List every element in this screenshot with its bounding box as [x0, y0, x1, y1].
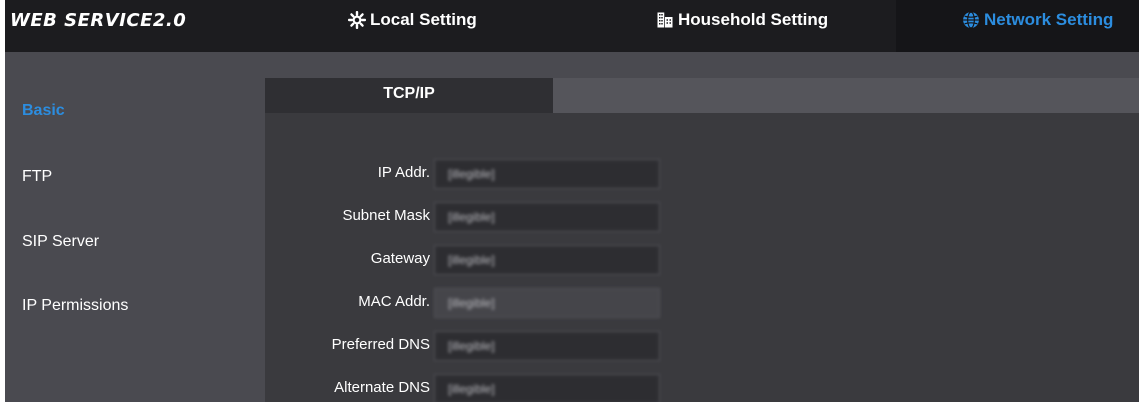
top-navigation-bar: WEB SERVICE2.0 Local Setting Household S…	[5, 0, 1139, 52]
subnet-mask-label: Subnet Mask	[342, 207, 430, 224]
subnet-mask-row: Subnet Mask	[265, 202, 665, 232]
gateway-label: Gateway	[370, 250, 430, 267]
sidebar-item-basic[interactable]: Basic	[22, 102, 65, 120]
nav-network-setting[interactable]: Network Setting	[962, 10, 1113, 30]
preferred-dns-label: Preferred DNS	[331, 336, 430, 353]
sidebar-item-sip-server[interactable]: SIP Server	[22, 233, 99, 251]
mac-addr-row: MAC Addr.	[265, 288, 665, 318]
globe-icon	[963, 11, 979, 29]
mac-addr-input	[434, 288, 660, 318]
alternate-dns-input[interactable]	[434, 374, 660, 402]
brand-logo: WEB SERVICE2.0	[10, 10, 187, 31]
nav-household-setting[interactable]: Household Setting	[656, 10, 828, 30]
alternate-dns-label: Alternate DNS	[334, 379, 430, 396]
building-icon	[657, 12, 673, 28]
gateway-row: Gateway	[265, 245, 665, 275]
nav-local-setting-label: Local Setting	[370, 10, 477, 29]
sidebar-item-ip-permissions[interactable]: IP Permissions	[22, 297, 128, 315]
nav-local-setting[interactable]: Local Setting	[348, 10, 477, 30]
nav-household-setting-label: Household Setting	[678, 10, 829, 29]
ip-addr-label: IP Addr.	[377, 164, 430, 181]
tab-tcp-ip[interactable]: TCP/IP	[265, 78, 553, 113]
alternate-dns-row: Alternate DNS	[265, 374, 665, 402]
gear-icon	[348, 11, 366, 29]
nav-network-setting-label: Network Setting	[984, 10, 1114, 29]
mac-addr-label: MAC Addr.	[358, 293, 430, 310]
preferred-dns-input[interactable]	[434, 331, 660, 361]
preferred-dns-row: Preferred DNS	[265, 331, 665, 361]
gateway-input[interactable]	[434, 245, 660, 275]
subnet-mask-input[interactable]	[434, 202, 660, 232]
ip-addr-row: IP Addr.	[265, 159, 665, 189]
sidebar-item-ftp[interactable]: FTP	[22, 168, 52, 186]
ip-addr-input[interactable]	[434, 159, 660, 189]
